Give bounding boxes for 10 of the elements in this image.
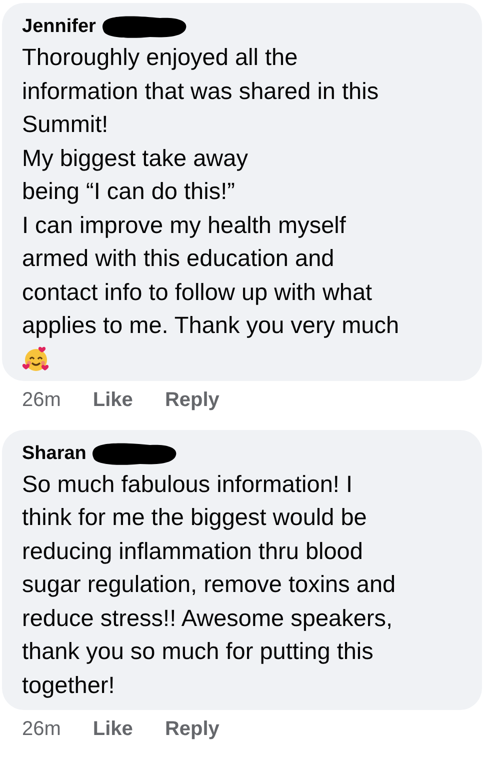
like-link[interactable]: Like (92, 388, 133, 412)
reply-link[interactable]: Reply (164, 388, 220, 412)
author-name[interactable]: Jennifer (22, 16, 96, 38)
comment-text: Thoroughly enjoyed all the information that was shared in this Summit! My biggest take away being “I can do this!” I can improve my health myself armed with this education and contact info to follow up with what applies to me. Thank you very much (22, 43, 400, 340)
like-link[interactable]: Like (92, 718, 133, 741)
comment-text: So much fabulous information! I think for me the biggest would be reducing inflammation thru blood sugar regulation, remove toxins and reduce stress!! Awesome speakers, thank you so much for putting this together! (22, 470, 397, 700)
comment-time: 26m (22, 718, 61, 741)
author-name[interactable]: Sharan (22, 442, 86, 464)
reply-link[interactable]: Reply (164, 718, 220, 741)
comment-time: 26m (22, 388, 61, 412)
